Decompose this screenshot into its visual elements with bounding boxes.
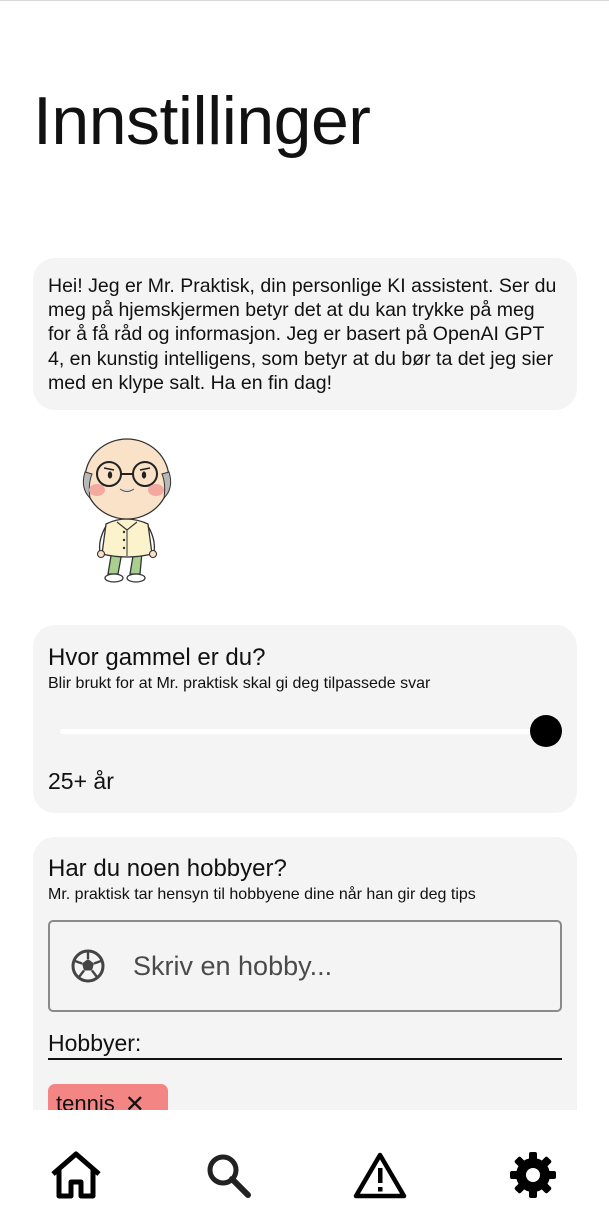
hobby-chip-label: tennis bbox=[56, 1091, 115, 1110]
age-value: 25+ år bbox=[48, 768, 114, 794]
hobbies-divider bbox=[48, 1058, 562, 1060]
settings-screen: Innstillinger Hei! Jeg er Mr. Praktisk, … bbox=[0, 0, 609, 1229]
hobbies-list-label: Hobbyer: bbox=[48, 1030, 142, 1056]
age-heading: Hvor gammel er du? bbox=[48, 644, 266, 671]
age-subtitle: Blir brukt for at Mr. praktisk skal gi d… bbox=[48, 675, 431, 692]
nav-warning[interactable] bbox=[352, 1147, 408, 1203]
hobby-chip[interactable]: tennis ✕ bbox=[48, 1084, 168, 1110]
settings-scroll-area[interactable]: Innstillinger Hei! Jeg er Mr. Praktisk, … bbox=[0, 0, 609, 1110]
gear-icon bbox=[510, 1152, 556, 1198]
hobby-input-field[interactable] bbox=[48, 920, 562, 1012]
soccer-ball-icon bbox=[71, 949, 105, 983]
nav-settings[interactable] bbox=[505, 1147, 561, 1203]
age-slider-track[interactable] bbox=[60, 729, 545, 734]
warning-icon bbox=[353, 1152, 407, 1199]
page-title: Innstillinger bbox=[33, 83, 371, 159]
hobby-input[interactable] bbox=[133, 950, 533, 982]
age-card: Hvor gammel er du? Blir brukt for at Mr.… bbox=[33, 625, 577, 813]
mr-praktisk-avatar[interactable] bbox=[72, 432, 182, 587]
age-slider-thumb[interactable] bbox=[530, 715, 562, 747]
hobby-heading: Har du noen hobbyer? bbox=[48, 855, 287, 882]
bottom-navigation bbox=[0, 1110, 609, 1229]
age-slider[interactable] bbox=[60, 715, 562, 747]
hobby-card: Har du noen hobbyer? Mr. praktisk tar he… bbox=[33, 837, 577, 1110]
nav-home[interactable] bbox=[48, 1147, 104, 1203]
home-icon bbox=[51, 1151, 101, 1199]
search-icon bbox=[207, 1154, 251, 1198]
hobby-subtitle: Mr. praktisk tar hensyn til hobbyene din… bbox=[48, 886, 476, 903]
nav-search[interactable] bbox=[200, 1147, 256, 1203]
close-icon[interactable]: ✕ bbox=[125, 1090, 145, 1111]
intro-text: Hei! Jeg er Mr. Praktisk, din personlige… bbox=[48, 275, 557, 394]
intro-card: Hei! Jeg er Mr. Praktisk, din personlige… bbox=[33, 258, 577, 410]
